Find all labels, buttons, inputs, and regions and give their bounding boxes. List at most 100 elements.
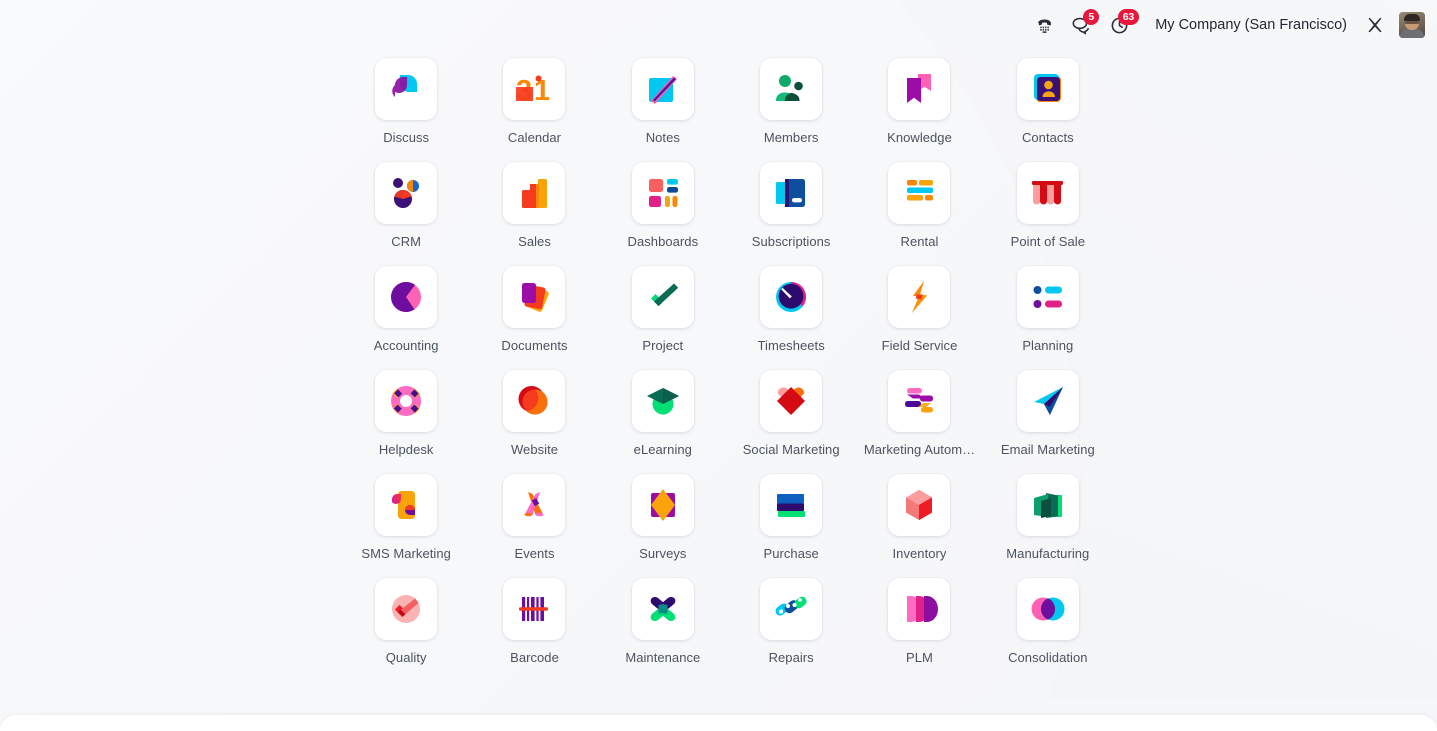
user-avatar[interactable]: [1399, 12, 1425, 38]
navbar-systray: 5 63 My Company (San Francisco): [1027, 8, 1429, 42]
app-tile-social-marketing[interactable]: Social Marketing: [727, 364, 855, 458]
app-label: Inventory: [892, 546, 947, 561]
app-tile-point-of-sale[interactable]: Point of Sale: [984, 156, 1112, 250]
app-tile-plm[interactable]: PLM: [855, 572, 983, 666]
phone-icon: [1036, 17, 1053, 34]
plm-icon: [888, 577, 951, 640]
app-tile-planning[interactable]: Planning: [984, 260, 1112, 354]
app-tile-discuss[interactable]: Discuss: [342, 52, 470, 146]
activities-badge: 63: [1118, 9, 1139, 25]
app-tile-project[interactable]: Project: [599, 260, 727, 354]
app-label: Maintenance: [625, 650, 701, 665]
app-tile-email-marketing[interactable]: Email Marketing: [984, 364, 1112, 458]
app-tile-crm[interactable]: CRM: [342, 156, 470, 250]
app-label: Contacts: [1021, 131, 1074, 145]
app-tile-sms-marketing[interactable]: SMS Marketing: [342, 468, 470, 562]
subscriptions-icon: [760, 161, 823, 224]
app-tile-events[interactable]: Events: [470, 468, 598, 562]
activities-button[interactable]: 63: [1101, 8, 1141, 42]
app-label: Repairs: [768, 650, 814, 665]
app-tile-members[interactable]: Members: [727, 52, 855, 146]
voip-phone-button[interactable]: [1027, 8, 1062, 42]
app-tile-calendar[interactable]: 31 Calendar: [470, 52, 598, 146]
app-tile-repairs[interactable]: Repairs: [727, 572, 855, 666]
debug-tools-button[interactable]: [1357, 8, 1393, 42]
barcode-icon: [503, 577, 566, 640]
app-tile-barcode[interactable]: Barcode: [470, 572, 598, 666]
app-label: SMS Marketing: [361, 546, 451, 561]
app-label: Email Marketing: [1000, 442, 1095, 457]
app-label: PLM: [906, 650, 933, 665]
crm-icon: [375, 161, 438, 224]
app-label: eLearning: [633, 442, 692, 457]
app-tile-surveys[interactable]: Surveys: [599, 468, 727, 562]
app-tile-marketing-autom[interactable]: Marketing Autom…: [855, 364, 983, 458]
app-label: Members: [763, 131, 819, 145]
marketing-automation-icon: [888, 369, 951, 432]
apps-grid: Discuss 31 Calendar Notes Members Knowledge Co…: [342, 52, 1112, 666]
app-tile-manufacturing[interactable]: Manufacturing: [984, 468, 1112, 562]
app-label: Helpdesk: [378, 442, 434, 457]
documents-icon: [503, 265, 566, 328]
email-marketing-icon: [1016, 369, 1079, 432]
app-tile-inventory[interactable]: Inventory: [855, 468, 983, 562]
app-tile-subscriptions[interactable]: Subscriptions: [727, 156, 855, 250]
elearning-icon: [631, 369, 694, 432]
app-label: Project: [642, 338, 684, 353]
app-tile-consolidation[interactable]: Consolidation: [984, 572, 1112, 666]
repairs-icon: [760, 577, 823, 640]
app-label: Planning: [1022, 338, 1074, 353]
app-label: Purchase: [763, 546, 819, 561]
maintenance-icon: [631, 577, 694, 640]
app-label: Consolidation: [1008, 650, 1088, 665]
bottom-sheet-edge: [0, 715, 1437, 731]
app-tile-helpdesk[interactable]: Helpdesk: [342, 364, 470, 458]
app-tile-notes[interactable]: Notes: [599, 52, 727, 146]
app-label: Timesheets: [757, 338, 825, 353]
sms-marketing-icon: [375, 473, 438, 536]
sales-icon: [503, 161, 566, 224]
inventory-icon: [888, 473, 951, 536]
app-tile-dashboards[interactable]: Dashboards: [599, 156, 727, 250]
app-tile-field-service[interactable]: Field Service: [855, 260, 983, 354]
app-tile-maintenance[interactable]: Maintenance: [599, 572, 727, 666]
app-label: Field Service: [881, 338, 958, 353]
timesheets-icon: [760, 265, 823, 328]
helpdesk-icon: [375, 369, 438, 432]
social-marketing-icon: [760, 369, 823, 432]
app-label: Surveys: [639, 546, 687, 561]
app-tile-rental[interactable]: Rental: [855, 156, 983, 250]
knowledge-icon: [888, 58, 951, 120]
app-label: Discuss: [383, 131, 430, 145]
app-label: CRM: [391, 234, 422, 249]
app-switcher-screen: 5 63 My Company (San Francisco) Discuss …: [0, 0, 1437, 731]
discuss-icon: [375, 58, 438, 120]
app-label: Marketing Autom…: [863, 442, 976, 457]
app-tile-quality[interactable]: Quality: [342, 572, 470, 666]
app-tile-timesheets[interactable]: Timesheets: [727, 260, 855, 354]
app-tile-documents[interactable]: Documents: [470, 260, 598, 354]
app-tile-purchase[interactable]: Purchase: [727, 468, 855, 562]
dashboards-icon: [631, 161, 694, 224]
planning-icon: [1016, 265, 1079, 328]
app-label: Point of Sale: [1010, 234, 1085, 249]
app-label: Dashboards: [627, 234, 699, 249]
point-of-sale-icon: [1016, 161, 1079, 224]
app-label: Barcode: [510, 650, 559, 665]
app-tile-contacts[interactable]: Contacts: [984, 52, 1112, 146]
app-tile-knowledge[interactable]: Knowledge: [855, 52, 983, 146]
app-label: Knowledge: [887, 131, 952, 145]
purchase-icon: [760, 473, 823, 536]
app-tile-sales[interactable]: Sales: [470, 156, 598, 250]
app-label: Accounting: [373, 338, 439, 353]
app-tile-accounting[interactable]: Accounting: [342, 260, 470, 354]
rental-icon: [888, 161, 951, 224]
company-switcher[interactable]: My Company (San Francisco): [1141, 17, 1357, 33]
app-label: Quality: [385, 650, 427, 665]
messages-button[interactable]: 5: [1062, 8, 1101, 42]
app-tile-website[interactable]: Website: [470, 364, 598, 458]
notes-icon: [631, 58, 694, 120]
app-tile-elearning[interactable]: eLearning: [599, 364, 727, 458]
surveys-icon: [631, 473, 694, 536]
app-label: Manufacturing: [1006, 546, 1090, 561]
